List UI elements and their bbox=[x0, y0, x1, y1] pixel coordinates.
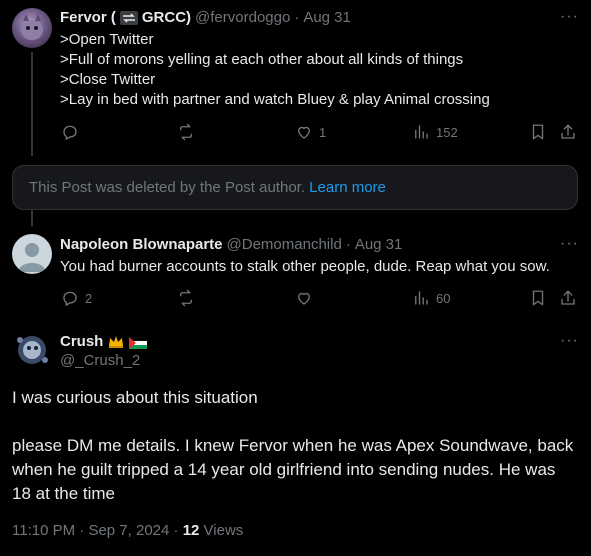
bookmark-icon bbox=[532, 290, 544, 306]
views-label: Views bbox=[203, 522, 244, 539]
views-count: 152 bbox=[436, 124, 458, 140]
like-button[interactable] bbox=[295, 289, 313, 307]
crush-avatar-art bbox=[17, 336, 48, 364]
bookmark-button[interactable] bbox=[529, 289, 547, 307]
separator: · bbox=[173, 522, 179, 539]
author-name[interactable]: Crush bbox=[60, 333, 103, 350]
post-full-date[interactable]: Sep 7, 2024 bbox=[88, 522, 169, 539]
reply-button[interactable]: 2 bbox=[61, 289, 92, 307]
post-date[interactable]: Aug 31 bbox=[355, 236, 403, 253]
post-text: You had burner accounts to stalk other p… bbox=[60, 258, 550, 275]
palestine-flag-icon bbox=[129, 336, 148, 349]
post-line: >Full of morons yelling at each other ab… bbox=[60, 51, 464, 68]
learn-more-link[interactable]: Learn more bbox=[309, 179, 386, 196]
author-name[interactable]: Fervor ( bbox=[60, 9, 116, 26]
post-date[interactable]: Aug 31 bbox=[303, 9, 351, 26]
repost-button[interactable] bbox=[177, 123, 195, 141]
bookmark-button[interactable] bbox=[529, 123, 547, 141]
separator: · bbox=[79, 522, 85, 539]
author-handle[interactable]: @Demomanchild bbox=[227, 236, 342, 253]
share-button[interactable] bbox=[559, 289, 577, 307]
post1-header: Fervor ( GRCC) @fervordoggo · Aug 31 bbox=[60, 9, 351, 26]
share-button[interactable] bbox=[559, 123, 577, 141]
post-line: >Close Twitter bbox=[60, 71, 156, 88]
author-name[interactable]: Napoleon Blownaparte bbox=[60, 236, 223, 253]
post-text: >Open Twitter >Full of morons yelling at… bbox=[60, 30, 580, 110]
separator: · bbox=[294, 9, 300, 26]
repost-icon bbox=[180, 289, 192, 307]
default-profile-icon bbox=[18, 243, 46, 272]
post-time[interactable]: 11:10 PM bbox=[12, 522, 75, 539]
more-options-button[interactable]: ··· bbox=[560, 235, 579, 253]
reply-icon bbox=[63, 291, 77, 306]
views-button[interactable]: 152 bbox=[412, 123, 458, 141]
reply-count: 2 bbox=[85, 290, 93, 306]
thread-line-2 bbox=[31, 208, 33, 226]
post-line: >Lay in bed with partner and watch Bluey… bbox=[60, 91, 490, 108]
more-options-button[interactable]: ··· bbox=[560, 8, 579, 26]
views-count: 60 bbox=[436, 290, 451, 306]
deleted-post-card: This Post was deleted by the Post author… bbox=[12, 165, 578, 210]
thread-line-1 bbox=[31, 52, 33, 156]
heart-icon bbox=[298, 292, 310, 305]
separator: · bbox=[345, 236, 351, 253]
share-icon bbox=[561, 124, 575, 139]
deleted-post-text: This Post was deleted by the Post author… bbox=[29, 179, 305, 196]
views-count: 12 bbox=[182, 522, 200, 539]
main-header: Crush bbox=[60, 333, 148, 350]
views-icon bbox=[415, 291, 428, 305]
more-options-button[interactable]: ··· bbox=[560, 332, 579, 350]
author-handle[interactable]: @fervordoggo bbox=[195, 9, 290, 26]
author-name-tail[interactable]: GRCC) bbox=[142, 9, 191, 26]
bookmark-icon bbox=[532, 124, 544, 140]
heart-icon bbox=[298, 126, 310, 139]
post-line: >Open Twitter bbox=[60, 31, 154, 48]
reply-icon bbox=[63, 125, 77, 140]
share-icon bbox=[561, 290, 575, 305]
post-paragraph: please DM me details. I knew Fervor when… bbox=[12, 436, 574, 503]
repost-button[interactable] bbox=[177, 289, 195, 307]
views-icon bbox=[415, 125, 428, 139]
views-button[interactable]: 60 bbox=[412, 289, 450, 307]
avatar-fervor[interactable] bbox=[12, 8, 52, 48]
post2-header: Napoleon Blownaparte @Demomanchild · Aug… bbox=[60, 236, 402, 253]
crown-emoji-icon bbox=[107, 334, 125, 350]
like-button[interactable]: 1 bbox=[295, 123, 326, 141]
avatar-napoleon[interactable] bbox=[12, 234, 52, 274]
reply-button[interactable] bbox=[61, 123, 79, 141]
post-paragraph: I was curious about this situation bbox=[12, 388, 258, 407]
main-post-text: I was curious about this situation pleas… bbox=[12, 386, 578, 506]
fervor-avatar-art bbox=[21, 14, 43, 40]
like-count: 1 bbox=[319, 124, 327, 140]
author-handle[interactable]: @_Crush_2 bbox=[60, 352, 140, 369]
post-meta: 11:10 PM · Sep 7, 2024 · 12 Views bbox=[12, 522, 243, 539]
avatar-crush[interactable] bbox=[12, 330, 52, 370]
repost-icon bbox=[180, 123, 192, 141]
flag-emoji-icon bbox=[119, 10, 138, 25]
